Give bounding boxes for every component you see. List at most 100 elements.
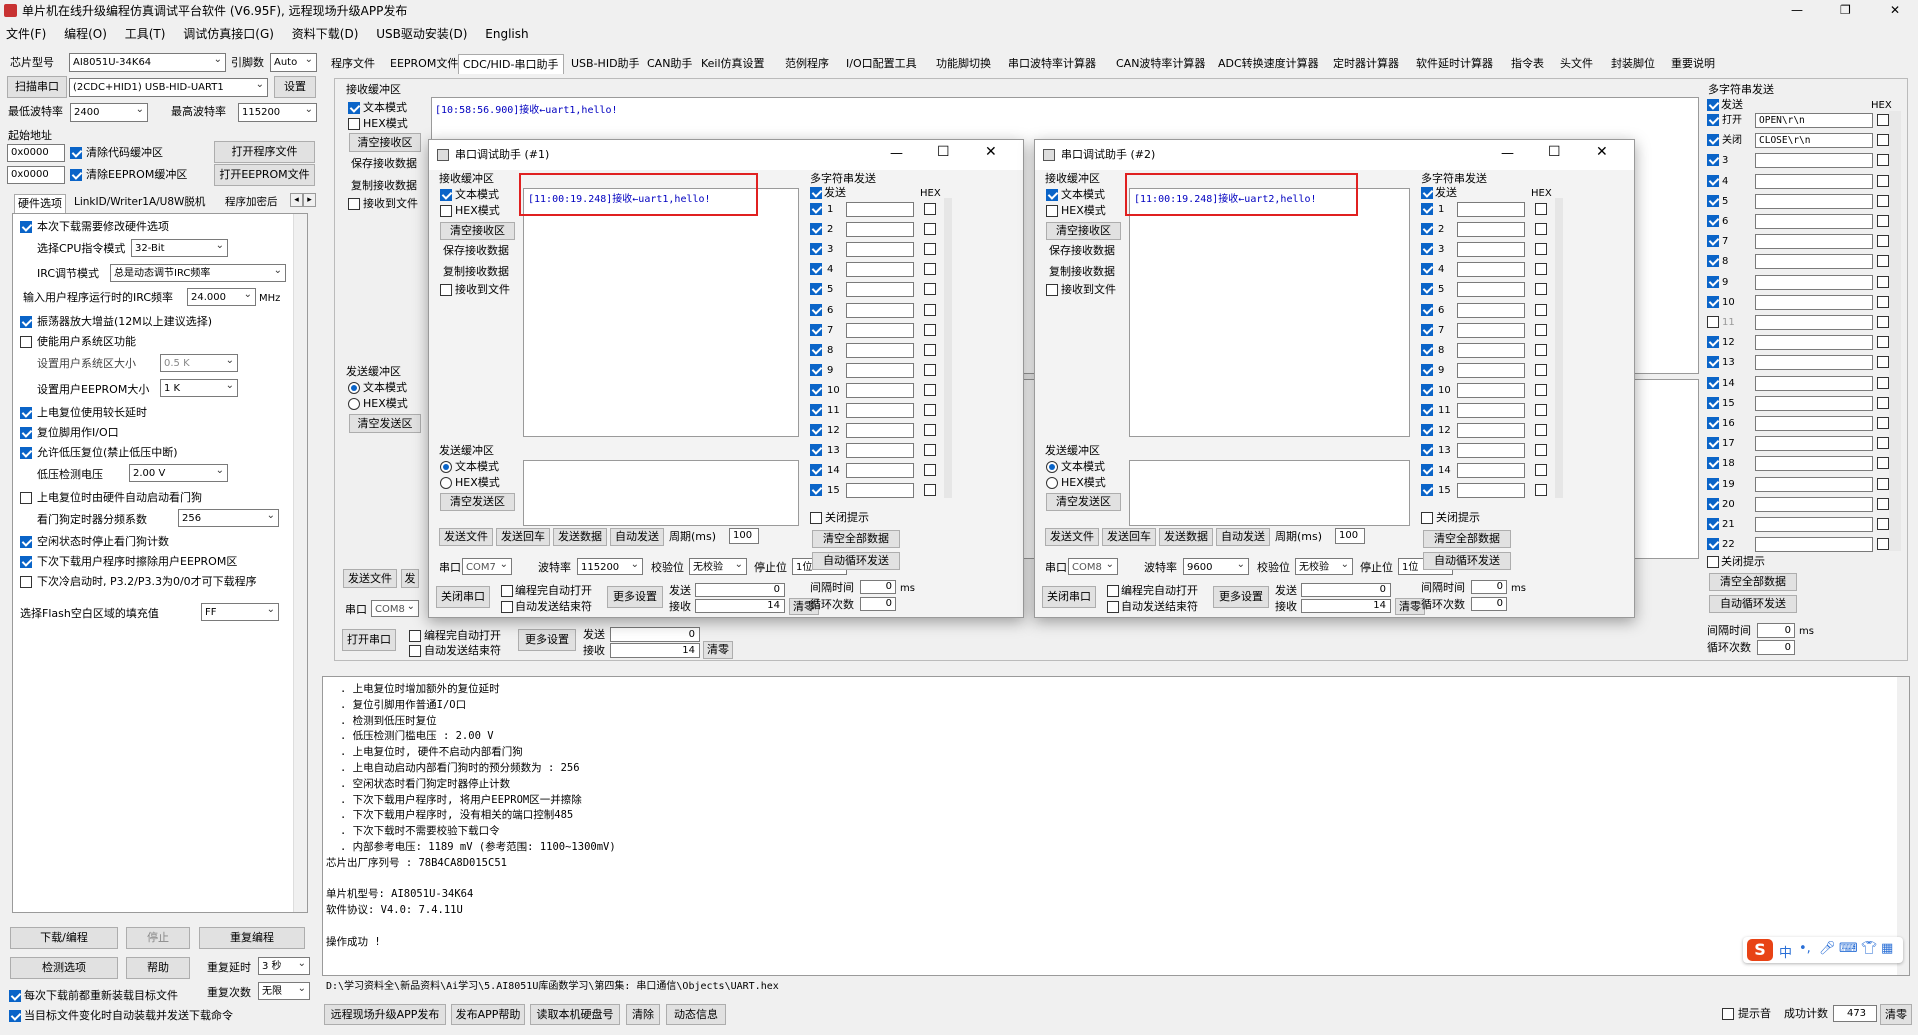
w2-row-hex-checkbox[interactable] [1535, 343, 1547, 356]
main-row-send-checkbox[interactable] [1707, 538, 1719, 551]
ime-mode-label[interactable]: 中 [1779, 942, 1792, 961]
auto-reload-checkbox[interactable] [9, 1010, 21, 1022]
main-row-send-checkbox[interactable] [1707, 477, 1719, 490]
w2-row-input[interactable] [1457, 342, 1525, 358]
w1-send-hex-radio[interactable] [440, 477, 452, 489]
w1-row-input[interactable] [846, 382, 914, 398]
min-baud-select[interactable]: 2400 [70, 103, 148, 122]
check-options-button[interactable]: 检测选项 [10, 957, 118, 979]
tab-hardware-options[interactable]: 硬件选项 [14, 194, 66, 213]
w1-row-send-checkbox[interactable] [810, 283, 822, 296]
main-row-send-checkbox[interactable] [1707, 295, 1719, 308]
ime-logo-icon[interactable]: S [1747, 939, 1773, 961]
menu-english[interactable]: English [479, 24, 536, 41]
w2-row-hex-checkbox[interactable] [1535, 203, 1547, 215]
w1-row-hex-checkbox[interactable] [924, 343, 936, 356]
download-button[interactable]: 下载/编程 [10, 927, 118, 949]
w1-close-icon[interactable]: ✕ [985, 145, 997, 159]
main-row-send-checkbox[interactable] [1707, 114, 1719, 126]
w2-row-hex-checkbox[interactable] [1535, 383, 1547, 396]
pin-select[interactable]: Auto [270, 53, 317, 72]
w2-recv-text-checkbox[interactable] [1046, 189, 1058, 201]
w1-multi-scrollbar[interactable] [944, 198, 952, 498]
w2-send-cr-button[interactable]: 发送回车 [1102, 528, 1156, 546]
tab-delay-calc[interactable]: 软件延时计算器 [1412, 54, 1497, 74]
w1-row-hex-checkbox[interactable] [924, 424, 936, 437]
main-row-input[interactable] [1755, 335, 1873, 351]
send-file-button[interactable]: 发送文件 [343, 569, 397, 588]
w1-row-label[interactable]: 15 [827, 484, 840, 498]
main-row-input[interactable] [1755, 214, 1873, 229]
main-row-label[interactable]: 打开 [1722, 114, 1750, 128]
tab-encrypt[interactable]: 程序加密后 [225, 195, 278, 209]
main-port-select[interactable]: COM8 [371, 600, 419, 617]
stop-button[interactable]: 停止 [126, 927, 190, 949]
main-row-input[interactable] [1755, 375, 1873, 391]
w2-row-input[interactable] [1457, 423, 1525, 439]
w2-row-hex-checkbox[interactable] [1535, 424, 1547, 437]
clear-code-checkbox[interactable] [70, 147, 82, 159]
w1-maximize-icon[interactable]: ☐ [937, 145, 950, 159]
w1-row-hex-checkbox[interactable] [924, 263, 936, 276]
w2-row-input[interactable] [1457, 362, 1525, 378]
main-row-hex-checkbox[interactable] [1877, 457, 1889, 470]
w2-row-hex-checkbox[interactable] [1535, 283, 1547, 296]
w2-row-input[interactable] [1457, 242, 1525, 258]
w2-row-input[interactable] [1457, 483, 1525, 499]
w1-row-hex-checkbox[interactable] [924, 203, 936, 215]
w1-send-cr-button[interactable]: 发送回车 [496, 528, 550, 546]
main-row-send-checkbox[interactable] [1707, 396, 1719, 409]
main-row-input[interactable] [1755, 173, 1873, 189]
w1-row-input[interactable] [846, 322, 914, 338]
cold-boot-checkbox[interactable] [20, 576, 32, 588]
w1-send-textarea[interactable] [523, 460, 799, 526]
w2-clear-all-button[interactable]: 清空全部数据 [1423, 530, 1511, 548]
w2-row-send-checkbox[interactable] [1421, 484, 1433, 497]
w2-row-input[interactable] [1457, 382, 1525, 398]
w1-row-label[interactable]: 7 [827, 324, 833, 338]
main-close-tip-checkbox[interactable] [1707, 556, 1719, 568]
read-disk-button[interactable]: 读取本机硬盘号 [530, 1004, 620, 1025]
main-row-hex-checkbox[interactable] [1877, 336, 1889, 349]
tab-keil[interactable]: Keil仿真设置 [697, 54, 769, 74]
tab-adc-calc[interactable]: ADC转换速度计算器 [1214, 54, 1323, 74]
main-row-send-checkbox[interactable] [1707, 215, 1719, 227]
w1-row-send-checkbox[interactable] [810, 303, 822, 316]
main-row-send-checkbox[interactable] [1707, 518, 1719, 530]
main-row-hex-checkbox[interactable] [1877, 477, 1889, 490]
w1-row-send-checkbox[interactable] [810, 203, 822, 215]
w2-row-label[interactable]: 7 [1438, 324, 1444, 338]
w2-baud-select[interactable]: 9600 [1183, 558, 1249, 575]
reload-before-checkbox[interactable] [9, 990, 21, 1002]
main-row-input[interactable] [1755, 496, 1873, 512]
w1-clear-all-button[interactable]: 清空全部数据 [812, 530, 900, 548]
repeat-count-select[interactable]: 无限 [258, 982, 310, 1000]
w2-row-hex-checkbox[interactable] [1535, 303, 1547, 316]
main-row-send-checkbox[interactable] [1707, 356, 1719, 369]
w1-row-hex-checkbox[interactable] [924, 323, 936, 336]
w1-auto-end-checkbox[interactable] [501, 601, 513, 613]
main-row-input[interactable] [1755, 193, 1873, 209]
w2-row-send-checkbox[interactable] [1421, 464, 1433, 477]
w2-row-label[interactable]: 2 [1438, 223, 1444, 237]
main-row-label[interactable]: 4 [1722, 175, 1750, 189]
copy-recv-label[interactable]: 复制接收数据 [351, 179, 417, 193]
ime-punct-icon[interactable]: •, [1799, 941, 1811, 956]
w2-send-file-button[interactable]: 发送文件 [1045, 528, 1099, 546]
w1-row-input[interactable] [846, 463, 914, 479]
tab-instructions[interactable]: 指令表 [1507, 54, 1548, 74]
w2-send-text-radio[interactable] [1046, 461, 1058, 473]
w2-row-label[interactable]: 9 [1438, 364, 1444, 378]
w2-row-send-checkbox[interactable] [1421, 283, 1433, 296]
w2-minimize-icon[interactable]: — [1501, 147, 1514, 161]
w1-row-input[interactable] [846, 282, 914, 298]
w2-row-send-checkbox[interactable] [1421, 383, 1433, 396]
main-interval-input[interactable]: 0 [1757, 623, 1795, 638]
w1-more-button[interactable]: 更多设置 [607, 586, 663, 608]
code-address-input[interactable]: 0x0000 [7, 144, 65, 162]
repeat-delay-select[interactable]: 3 秒 [258, 957, 310, 975]
main-row-send-checkbox[interactable] [1707, 497, 1719, 510]
w2-row-input[interactable] [1457, 403, 1525, 418]
w1-check-select[interactable]: 无校验 [689, 558, 747, 575]
w2-recv-textarea[interactable] [1129, 188, 1410, 437]
